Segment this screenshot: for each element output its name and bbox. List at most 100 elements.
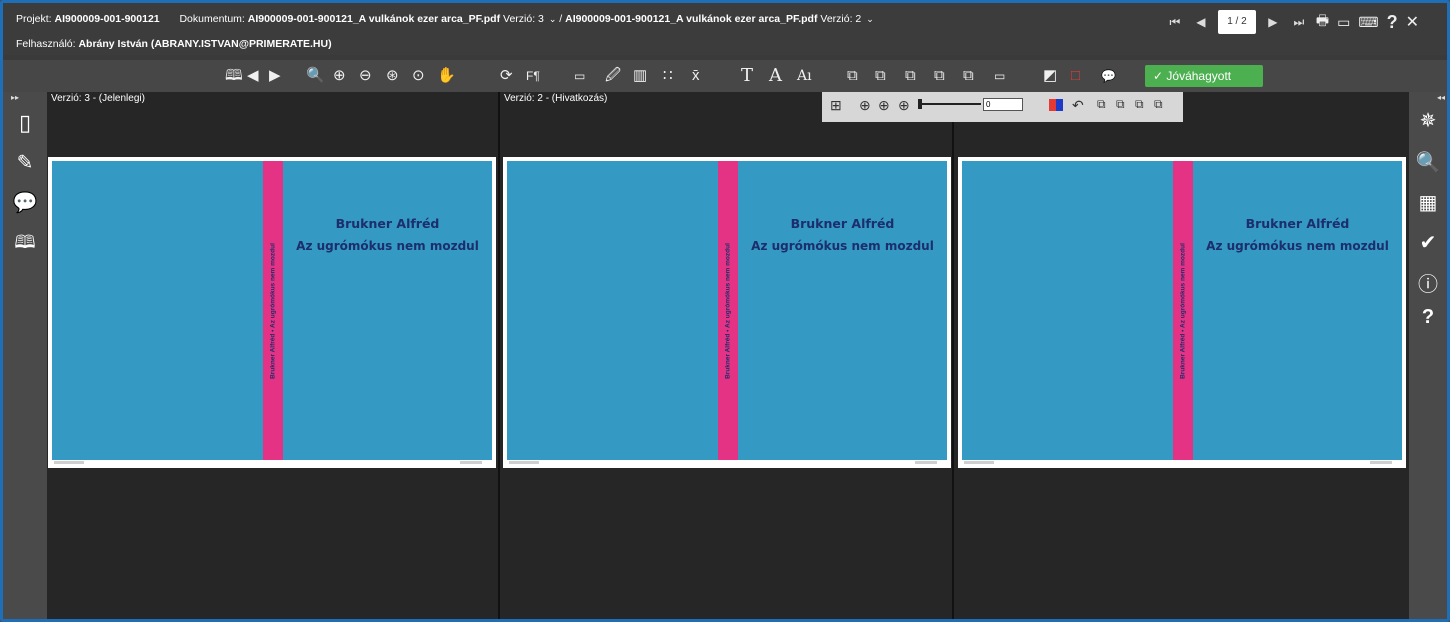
layer-3-icon[interactable]: ⧉ xyxy=(1135,97,1144,112)
approved-label: Jóváhagyott xyxy=(1166,69,1232,83)
book-cover: Brukner Alfréd • Az ugrómókus nem mozdul… xyxy=(962,161,1402,460)
header: Projekt: AI900009-001-900121 Dokumentum:… xyxy=(3,3,1447,55)
book-view-icon[interactable]: 🕮 xyxy=(225,66,243,86)
zoom-out-icon[interactable]: ⊖ xyxy=(359,66,372,86)
window-icon[interactable]: ▭ xyxy=(1337,14,1350,31)
document-info-line: Projekt: AI900009-001-900121 Dokumentum:… xyxy=(16,13,874,25)
text-size-icon[interactable]: T xyxy=(741,66,753,86)
layer-2-icon[interactable]: ⧉ xyxy=(1116,97,1125,112)
version-value: 3 xyxy=(538,13,544,25)
zoom-in-icon[interactable]: ⊕ xyxy=(333,66,346,86)
checkerboard-icon[interactable]: ▦ xyxy=(1413,190,1443,215)
barcode-icon[interactable]: ▥ xyxy=(633,66,647,86)
document-value: AI900009-001-900121_A vulkánok ezer arca… xyxy=(247,13,501,25)
comment-icon[interactable]: 💬 xyxy=(1101,66,1116,86)
page-icon[interactable]: ▯ xyxy=(10,110,40,136)
dropper-icon[interactable]: 🖉 xyxy=(605,66,621,86)
page-view[interactable]: Brukner Alfréd • Az ugrómókus nem mozdul… xyxy=(958,157,1406,468)
info-icon[interactable]: ⓘ xyxy=(1413,268,1443,297)
print-icon[interactable]: 🖶 xyxy=(1316,10,1329,34)
overlay-5-icon[interactable]: ⧉ xyxy=(963,66,974,86)
layer-4-icon[interactable]: ⧉ xyxy=(1154,97,1163,112)
cover-author: Brukner Alfréd xyxy=(790,216,895,231)
grid-icon[interactable]: ⊞ xyxy=(830,97,842,114)
text-font-icon[interactable]: A xyxy=(769,66,782,86)
reference-version-value: 2 xyxy=(855,13,862,25)
overlay-3-icon[interactable]: ⧉ xyxy=(905,66,916,86)
overlay-2-icon[interactable]: ⧉ xyxy=(875,66,886,86)
cover-author: Brukner Alfréd xyxy=(1245,216,1350,231)
red-box-icon[interactable]: □ xyxy=(1071,66,1080,86)
project-label: Projekt: xyxy=(16,13,52,25)
fonts-icon[interactable]: F¶ xyxy=(526,66,540,86)
text-style-icon[interactable]: Aı xyxy=(797,66,812,86)
dots-icon[interactable]: ∷ xyxy=(663,66,673,86)
previous-icon[interactable]: ◀ xyxy=(247,66,259,86)
document-label: Dokumentum: xyxy=(179,13,245,25)
rotate-icon[interactable]: ⟳ xyxy=(500,66,513,86)
app-window: Projekt: AI900009-001-900121 Dokumentum:… xyxy=(0,0,1450,622)
magnifier-icon[interactable]: 🔍 xyxy=(306,66,325,86)
cover-spine: Brukner Alfréd • Az ugrómókus nem mozdul xyxy=(1173,161,1193,460)
undo-icon[interactable]: ↶ xyxy=(1072,97,1084,114)
reference-version-dropdown-icon[interactable]: ⌄ xyxy=(866,14,874,24)
color-swatch-icon[interactable] xyxy=(1049,99,1063,111)
version-dropdown-icon[interactable]: ⌄ xyxy=(549,14,557,24)
page-footer-mark xyxy=(1370,461,1392,464)
page-footer-mark xyxy=(915,461,937,464)
page-view[interactable]: Brukner Alfréd • Az ugrómókus nem mozdul… xyxy=(48,157,496,468)
panel-title: Verzió: 2 - (Hivatkozás) xyxy=(504,93,608,104)
next-page-icon[interactable]: ▶ xyxy=(1264,15,1282,29)
user-label: Felhasználó: xyxy=(16,38,76,50)
hand-icon[interactable]: ✋ xyxy=(437,66,456,86)
threshold-input[interactable]: 0 xyxy=(983,98,1023,111)
collapse-right-icon[interactable]: ◂◂ xyxy=(1437,93,1445,102)
user-info-line: Felhasználó: Abrány István (ABRANY.ISTVA… xyxy=(16,38,332,50)
spine-text: Brukner Alfréd • Az ugrómókus nem mozdul xyxy=(1179,243,1187,379)
right-sidebar: ◂◂ ✵ 🔍 ▦ ✔ ⓘ ? xyxy=(1409,92,1447,619)
check-circle-icon[interactable]: ✔ xyxy=(1413,230,1443,255)
zoom-fit-icon[interactable]: ⊛ xyxy=(386,66,399,86)
book-cover: Brukner Alfréd • Az ugrómókus nem mozdul… xyxy=(52,161,492,460)
threshold-slider[interactable] xyxy=(921,103,981,105)
user-value: Abrány István (ABRANY.ISTVAN@PRIMERATE.H… xyxy=(78,38,332,50)
zoom-1-icon[interactable]: ⊕ xyxy=(859,97,871,114)
zoom-page-icon[interactable]: ⊙ xyxy=(412,66,425,86)
layer-1-icon[interactable]: ⧉ xyxy=(1097,97,1106,112)
project-value: AI900009-001-900121 xyxy=(54,13,160,25)
page-footer-mark xyxy=(460,461,482,464)
last-page-icon[interactable]: ⏭ xyxy=(1290,15,1308,30)
crop-box-icon[interactable]: ◩ xyxy=(1043,66,1057,86)
keyboard-icon[interactable]: ⌨ xyxy=(1358,14,1378,31)
next-icon[interactable]: ▶ xyxy=(269,66,281,86)
page-view[interactable]: Brukner Alfréd • Az ugrómókus nem mozdul… xyxy=(503,157,951,468)
page-number-field[interactable]: 1 / 2 xyxy=(1217,10,1256,34)
overlay-1-icon[interactable]: ⧉ xyxy=(847,66,858,86)
zoom-3-icon[interactable]: ⊕ xyxy=(898,97,910,114)
compare-separator: / xyxy=(559,13,563,25)
separation-icon[interactable]: x̄ xyxy=(692,66,700,86)
book-icon[interactable]: 🕮 xyxy=(10,230,40,260)
cover-spine: Brukner Alfréd • Az ugrómókus nem mozdul xyxy=(718,161,738,460)
compass-icon[interactable]: ✵ xyxy=(1413,108,1443,133)
zoom-2-icon[interactable]: ⊕ xyxy=(878,97,890,114)
first-page-icon[interactable]: ⏮ xyxy=(1166,15,1184,30)
overlay-6-icon[interactable]: ▭ xyxy=(994,66,1005,86)
help-icon[interactable]: ? xyxy=(1387,12,1398,33)
edit-icon[interactable]: ✎ xyxy=(10,150,40,175)
close-icon[interactable]: ✕ xyxy=(1406,12,1419,32)
cover-spine: Brukner Alfréd • Az ugrómókus nem mozdul xyxy=(263,161,283,460)
approved-button[interactable]: ✓ Jóváhagyott xyxy=(1145,65,1263,87)
cover-author: Brukner Alfréd xyxy=(335,216,440,231)
cover-title: Az ugrómókus nem mozdul xyxy=(296,239,479,253)
check-icon: ✓ xyxy=(1153,69,1164,83)
version-label: Verzió: xyxy=(503,13,536,25)
search-icon[interactable]: 🔍 xyxy=(1413,150,1443,175)
overlay-4-icon[interactable]: ⧉ xyxy=(934,66,945,86)
previous-page-icon[interactable]: ◀ xyxy=(1192,15,1210,29)
help-icon[interactable]: ? xyxy=(1413,306,1443,329)
reference-document-value: AI900009-001-900121_A vulkánok ezer arca… xyxy=(565,13,818,25)
collapse-left-icon[interactable]: ▸▸ xyxy=(11,93,19,102)
ruler-icon[interactable]: ▭ xyxy=(574,66,585,86)
chat-icon[interactable]: 💬 xyxy=(10,190,40,215)
